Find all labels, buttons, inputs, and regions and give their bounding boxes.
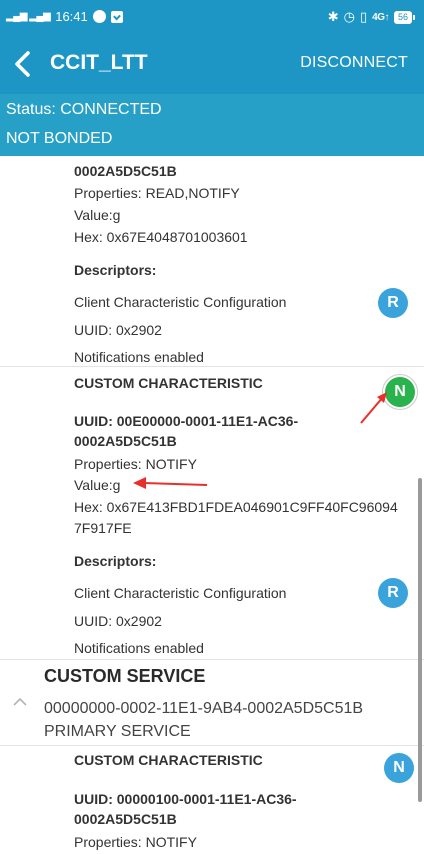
- app-bar: CCIT_LTT DISCONNECT: [0, 34, 424, 94]
- service-title[interactable]: CUSTOM SERVICE: [44, 666, 205, 687]
- characteristic-properties: Properties: NOTIFY: [74, 456, 197, 472]
- services-list[interactable]: 0002A5D5C51B Properties: READ,NOTIFY Val…: [0, 156, 424, 854]
- connection-status-panel: Status: CONNECTED NOT BONDED: [0, 94, 424, 156]
- annotation-arrow-icon: [360, 392, 387, 424]
- descriptors-label: Descriptors:: [74, 553, 157, 569]
- descriptor-note: Notifications enabled: [74, 349, 204, 365]
- bond-status: NOT BONDED: [6, 130, 113, 147]
- scrollbar[interactable]: [418, 478, 422, 802]
- descriptor-uuid: UUID: 0x2902: [74, 322, 162, 338]
- descriptor-name: Client Characteristic Configuration: [74, 294, 287, 310]
- characteristic-title: CUSTOM CHARACTERISTIC: [74, 752, 263, 768]
- characteristic-properties: Properties: READ,NOTIFY: [74, 185, 240, 201]
- characteristic-title: CUSTOM CHARACTERISTIC: [74, 375, 263, 391]
- characteristic-properties: Properties: NOTIFY: [74, 834, 197, 850]
- characteristic-hex: Hex: 0x67E4048701003601: [74, 229, 248, 245]
- descriptors-label: Descriptors:: [74, 262, 157, 278]
- chat-icon: [92, 10, 106, 23]
- characteristic-uuid: UUID: 00E00000-0001-11E1-AC36-: [74, 413, 299, 429]
- characteristic-hex: Hex: 0x67E413FBD1FDEA046901C9FF40FC96094: [74, 499, 398, 515]
- characteristic-uuid-continued: 0002A5D5C51B: [74, 433, 177, 449]
- divider: [0, 366, 424, 367]
- descriptor-name: Client Characteristic Configuration: [74, 585, 287, 601]
- annotation-arrow-icon: [133, 477, 208, 489]
- chevron-up-icon[interactable]: [12, 697, 28, 707]
- service-type: PRIMARY SERVICE: [44, 723, 191, 740]
- signal-icon: ▂▄▆ ▂▄▆: [6, 11, 51, 22]
- divider: [0, 659, 424, 660]
- read-descriptor-button[interactable]: R: [378, 578, 408, 608]
- characteristic-uuid-continued: 0002A5D5C51B: [74, 811, 177, 827]
- service-uuid: 00000000-0002-11E1-9AB4-0002A5D5C51B: [44, 700, 364, 717]
- read-descriptor-button[interactable]: R: [378, 288, 408, 318]
- descriptor-note: Notifications enabled: [74, 640, 204, 656]
- characteristic-uuid: 0002A5D5C51B: [74, 163, 177, 179]
- status-bar-right: ✱ ◷ ▯ 4G↑ 56: [327, 9, 416, 25]
- disconnect-button[interactable]: DISCONNECT: [300, 54, 408, 72]
- alarm-icon: ◷: [343, 9, 355, 24]
- divider: [0, 745, 424, 746]
- back-arrow-icon[interactable]: [8, 48, 38, 80]
- device-title: CCIT_LTT: [50, 51, 148, 74]
- bluetooth-icon: ✱: [327, 9, 339, 24]
- system-status-bar: ▂▄▆ ▂▄▆ 16:41 ✱ ◷ ▯ 4G↑ 56: [0, 0, 424, 34]
- network-indicator: 4G↑: [372, 11, 389, 23]
- check-square-icon: [110, 10, 123, 23]
- clock: 16:41: [55, 9, 88, 24]
- characteristic-value: Value:g: [74, 477, 121, 493]
- vibrate-icon: ▯: [359, 9, 368, 24]
- battery-icon: 56: [393, 10, 416, 24]
- characteristic-hex-continued: 7F917FE: [74, 520, 132, 536]
- status-bar-left: ▂▄▆ ▂▄▆ 16:41: [6, 9, 123, 24]
- characteristic-value: Value:g: [74, 207, 121, 223]
- characteristic-uuid: UUID: 00000100-0001-11E1-AC36-: [74, 791, 297, 807]
- connection-status: Status: CONNECTED: [6, 101, 162, 118]
- notify-button[interactable]: N: [384, 753, 414, 783]
- descriptor-uuid: UUID: 0x2902: [74, 613, 162, 629]
